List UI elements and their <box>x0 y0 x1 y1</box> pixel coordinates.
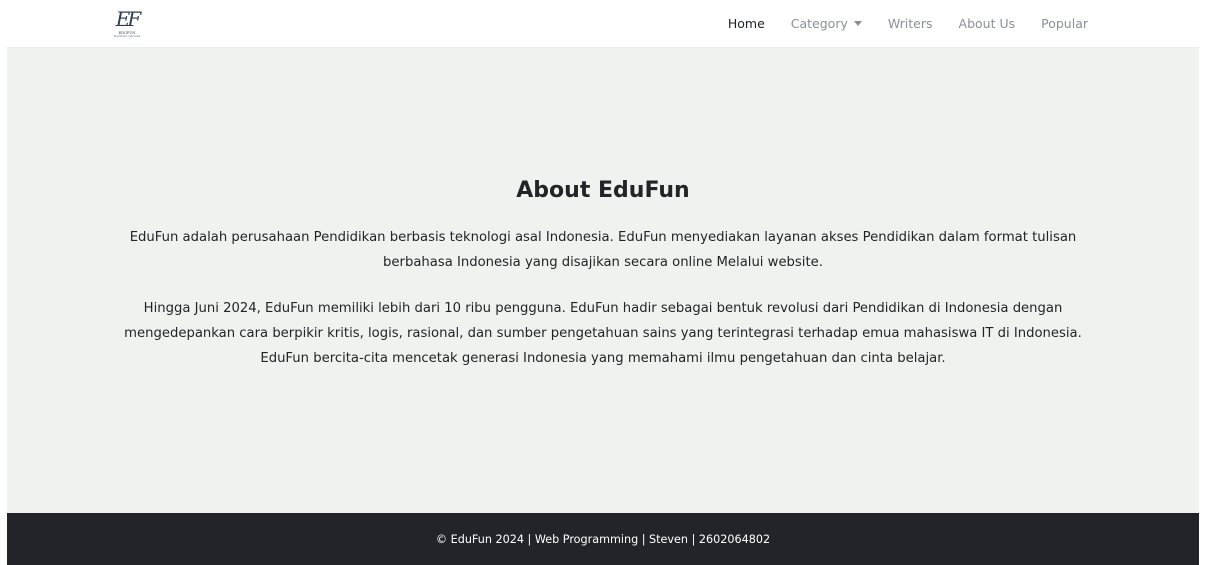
page-title: About EduFun <box>516 178 690 203</box>
brand-logo[interactable]: EF EDUFUN Pendidikan Indonesia <box>112 5 142 43</box>
about-paragraph-2: Hingga Juni 2024, EduFun memiliki lebih … <box>124 301 1082 366</box>
footer-text: © EduFun 2024 | Web Programming | Steven… <box>435 532 771 546</box>
nav-item-label: Popular <box>1041 16 1088 31</box>
navbar: EF EDUFUN Pendidikan Indonesia Home Cate… <box>7 0 1199 48</box>
brand-mark: EF <box>115 7 142 31</box>
nav-item-label: Writers <box>887 16 933 31</box>
nav-item-label: Home <box>727 16 765 31</box>
footer: © EduFun 2024 | Web Programming | Steven… <box>7 513 1199 565</box>
nav-item-writers[interactable]: Writers <box>875 16 946 31</box>
nav-item-label: About Us <box>958 16 1016 31</box>
page: EF EDUFUN Pendidikan Indonesia Home Cate… <box>0 0 1206 565</box>
nav-item-category[interactable]: Category <box>778 16 875 31</box>
about-paragraph-1: EduFun adalah perusahaan Pendidikan berb… <box>129 230 1077 270</box>
nav-item-label: Category <box>790 16 848 31</box>
nav-item-home[interactable]: Home <box>715 16 778 31</box>
nav-item-popular[interactable]: Popular <box>1028 16 1101 31</box>
brand-subtext: Pendidikan Indonesia <box>113 35 141 38</box>
about-section: About EduFun EduFun adalah perusahaan Pe… <box>7 48 1199 513</box>
caret-down-icon <box>853 21 862 26</box>
nav-links: Home Category Writers About Us Popular <box>715 16 1101 31</box>
nav-item-about-us[interactable]: About Us <box>946 16 1029 31</box>
